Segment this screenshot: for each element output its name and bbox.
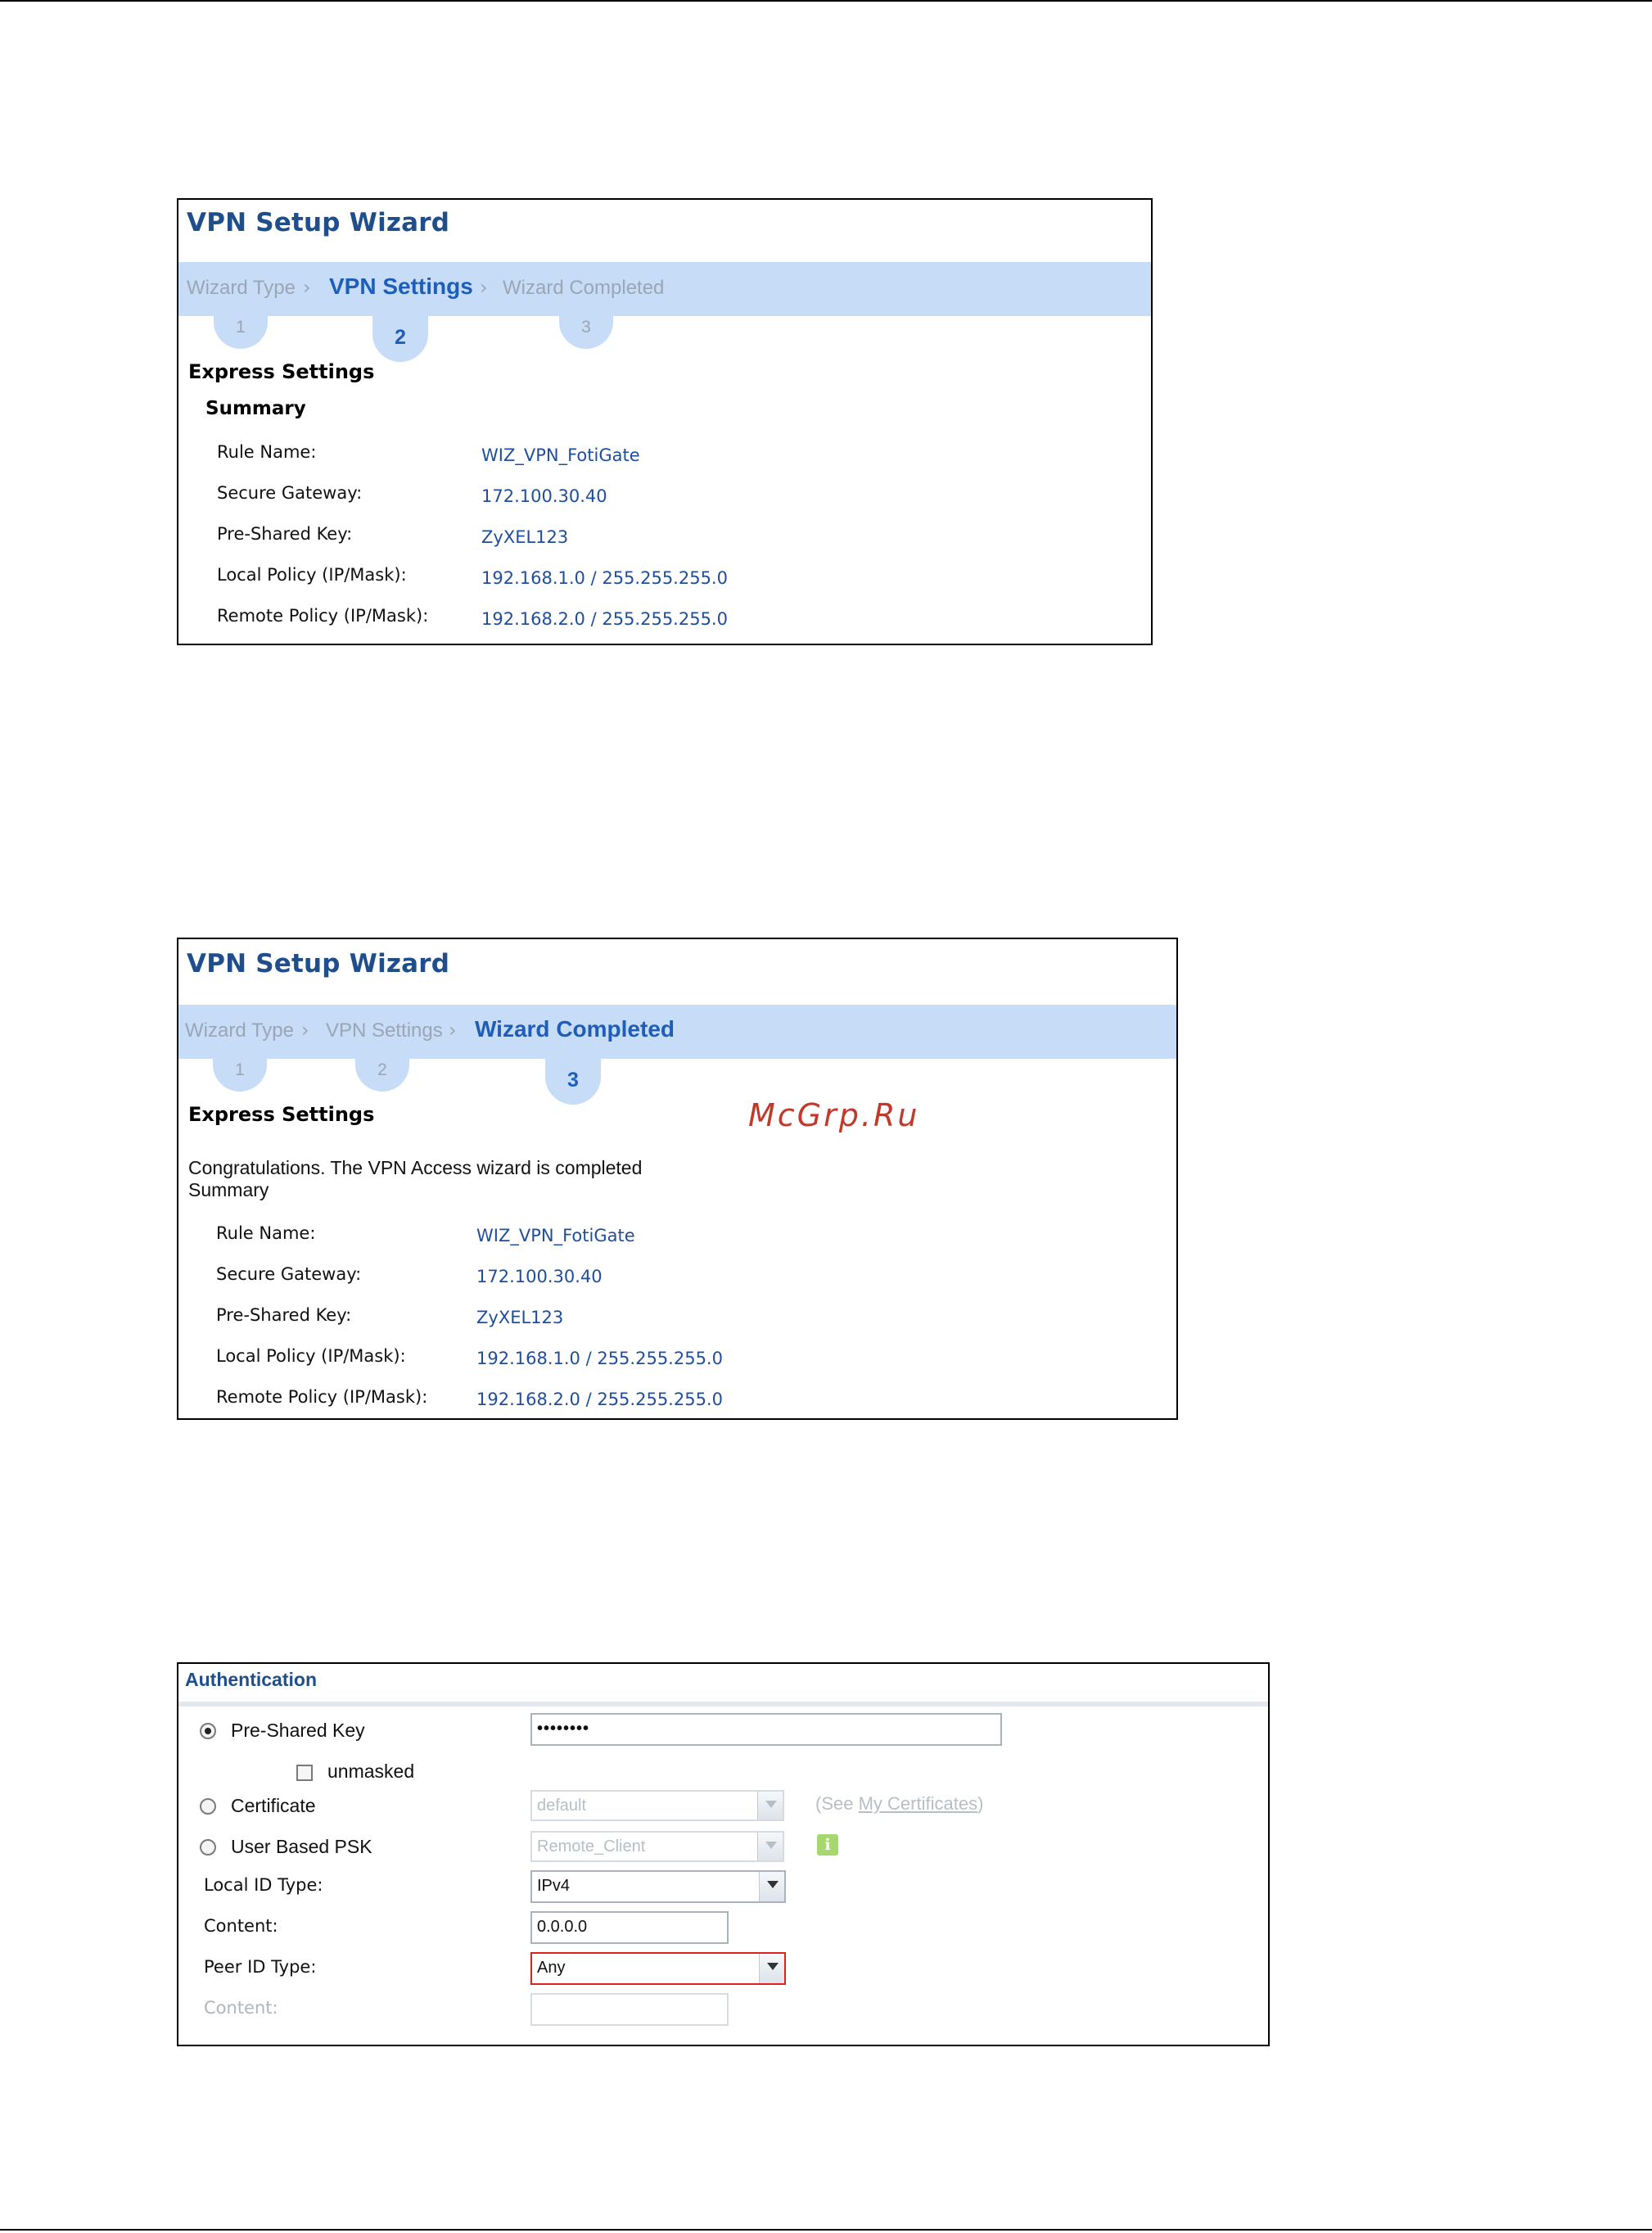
step-1-number: 1 bbox=[236, 318, 246, 337]
certificate-select-value: default bbox=[537, 1797, 587, 1815]
see-suffix: ) bbox=[977, 1793, 984, 1814]
peer-id-type-label: Peer ID Type: bbox=[204, 1957, 317, 1977]
rule-name-value: WIZ_VPN_FotiGate bbox=[481, 445, 640, 465]
remote-policy-label: Remote Policy (IP/Mask): bbox=[216, 1387, 428, 1407]
secure-gateway-label: Secure Gateway: bbox=[217, 483, 363, 503]
pre-shared-key-value: ZyXEL123 bbox=[481, 527, 569, 547]
rule-name-label: Rule Name: bbox=[217, 442, 317, 462]
authentication-header: Authentication bbox=[178, 1664, 1268, 1706]
step-3-number: 3 bbox=[581, 318, 591, 337]
step-2-number: 2 bbox=[395, 326, 406, 349]
remote-policy-value: 192.168.2.0 / 255.255.255.0 bbox=[481, 609, 728, 629]
wizard-steps-bar bbox=[178, 262, 1151, 316]
watermark-text: McGrp.Ru bbox=[748, 1097, 920, 1133]
peer-id-type-select[interactable]: Any bbox=[530, 1952, 786, 1985]
pre-shared-key-label: Pre-Shared Key: bbox=[216, 1305, 352, 1325]
step-1-number: 1 bbox=[235, 1060, 245, 1079]
local-id-type-label: Local ID Type: bbox=[204, 1875, 323, 1895]
pre-shared-key-option-label: Pre-Shared Key bbox=[231, 1720, 365, 1741]
secure-gateway-value: 172.100.30.40 bbox=[481, 486, 607, 506]
step-vpn-settings: VPN Settings bbox=[326, 1019, 443, 1042]
local-policy-value: 192.168.1.0 / 255.255.255.0 bbox=[481, 568, 728, 588]
chevron-right-icon: › bbox=[301, 1019, 309, 1042]
step-1-bubble: 1 bbox=[213, 1059, 267, 1092]
user-based-psk-radio[interactable] bbox=[200, 1839, 216, 1856]
unmasked-checkbox[interactable] bbox=[296, 1765, 313, 1781]
rule-name-value: WIZ_VPN_FotiGate bbox=[476, 1226, 635, 1245]
local-content-input[interactable]: 0.0.0.0 bbox=[530, 1911, 729, 1944]
rule-name-label: Rule Name: bbox=[216, 1223, 316, 1243]
step-3-bubble: 3 bbox=[545, 1059, 601, 1105]
certificate-radio[interactable] bbox=[200, 1798, 216, 1815]
summary-heading: Summary bbox=[205, 398, 306, 419]
certificate-option-label: Certificate bbox=[231, 1795, 316, 1816]
local-id-type-select[interactable]: IPv4 bbox=[530, 1870, 786, 1903]
step-2-bubble: 2 bbox=[372, 316, 428, 362]
peer-id-type-value: Any bbox=[537, 1959, 566, 1977]
unmasked-label: unmasked bbox=[327, 1761, 415, 1782]
user-based-psk-select[interactable]: Remote_Client bbox=[530, 1831, 784, 1862]
user-based-psk-select-value: Remote_Client bbox=[537, 1837, 646, 1856]
chevron-right-icon: › bbox=[480, 276, 488, 299]
local-id-type-value: IPv4 bbox=[537, 1877, 571, 1895]
certificate-select[interactable]: default bbox=[530, 1790, 784, 1821]
my-certificates-link[interactable]: My Certificates bbox=[859, 1793, 977, 1814]
top-rule bbox=[0, 0, 1652, 2]
user-based-psk-option-label: User Based PSK bbox=[231, 1836, 372, 1857]
express-settings-heading: Express Settings bbox=[188, 360, 375, 383]
local-policy-label: Local Policy (IP/Mask): bbox=[217, 565, 407, 585]
summary-heading: Summary bbox=[188, 1179, 269, 1200]
step-3-number: 3 bbox=[567, 1069, 579, 1092]
step-vpn-settings: VPN Settings bbox=[329, 273, 473, 299]
wizard-title: VPN Setup Wizard bbox=[187, 208, 450, 237]
chevron-down-icon bbox=[759, 1954, 784, 1983]
local-content-label: Content: bbox=[204, 1916, 278, 1936]
bottom-rule bbox=[0, 2229, 1652, 2231]
completion-text: Congratulations. The VPN Access wizard i… bbox=[188, 1157, 643, 1178]
local-policy-label: Local Policy (IP/Mask): bbox=[216, 1346, 406, 1366]
vpn-wizard-step3-panel: VPN Setup Wizard 1 2 3 Wizard Type › VPN… bbox=[177, 938, 1178, 1420]
chevron-down-icon bbox=[757, 1833, 783, 1860]
step-1-bubble: 1 bbox=[214, 316, 268, 349]
secure-gateway-value: 172.100.30.40 bbox=[476, 1267, 603, 1286]
step-2-bubble: 2 bbox=[355, 1059, 409, 1092]
pre-shared-key-value: ZyXEL123 bbox=[476, 1308, 564, 1327]
pre-shared-key-radio[interactable] bbox=[200, 1723, 216, 1739]
wizard-title: VPN Setup Wizard bbox=[187, 949, 450, 979]
see-prefix: (See bbox=[815, 1793, 859, 1814]
step-wizard-type: Wizard Type bbox=[185, 1019, 294, 1042]
express-settings-heading: Express Settings bbox=[188, 1103, 375, 1126]
remote-policy-value: 192.168.2.0 / 255.255.255.0 bbox=[476, 1390, 723, 1409]
step-2-number: 2 bbox=[377, 1060, 387, 1079]
pre-shared-key-input[interactable]: •••••••• bbox=[530, 1713, 1002, 1746]
step-3-bubble: 3 bbox=[559, 316, 613, 349]
step-wizard-type: Wizard Type bbox=[187, 277, 296, 299]
remote-policy-label: Remote Policy (IP/Mask): bbox=[217, 606, 429, 626]
chevron-down-icon bbox=[757, 1792, 783, 1819]
authentication-panel: Authentication Pre-Shared Key •••••••• u… bbox=[177, 1662, 1270, 2046]
step-wizard-completed: Wizard Completed bbox=[503, 277, 665, 299]
peer-content-input[interactable] bbox=[530, 1993, 729, 2026]
info-icon[interactable]: i bbox=[817, 1834, 838, 1856]
see-my-certificates-note: (See My Certificates) bbox=[815, 1793, 983, 1815]
authentication-title: Authentication bbox=[185, 1669, 317, 1690]
step-wizard-completed: Wizard Completed bbox=[475, 1016, 675, 1042]
chevron-right-icon: › bbox=[449, 1019, 457, 1042]
local-policy-value: 192.168.1.0 / 255.255.255.0 bbox=[476, 1349, 723, 1368]
completion-message: Congratulations. The VPN Access wizard i… bbox=[188, 1157, 642, 1201]
pre-shared-key-label: Pre-Shared Key: bbox=[217, 524, 353, 544]
vpn-wizard-step2-panel: VPN Setup Wizard 1 2 3 Wizard Type › VPN… bbox=[177, 198, 1153, 645]
secure-gateway-label: Secure Gateway: bbox=[216, 1264, 362, 1284]
chevron-down-icon bbox=[759, 1872, 784, 1901]
peer-content-label: Content: bbox=[204, 1998, 278, 2018]
chevron-right-icon: › bbox=[303, 276, 311, 299]
